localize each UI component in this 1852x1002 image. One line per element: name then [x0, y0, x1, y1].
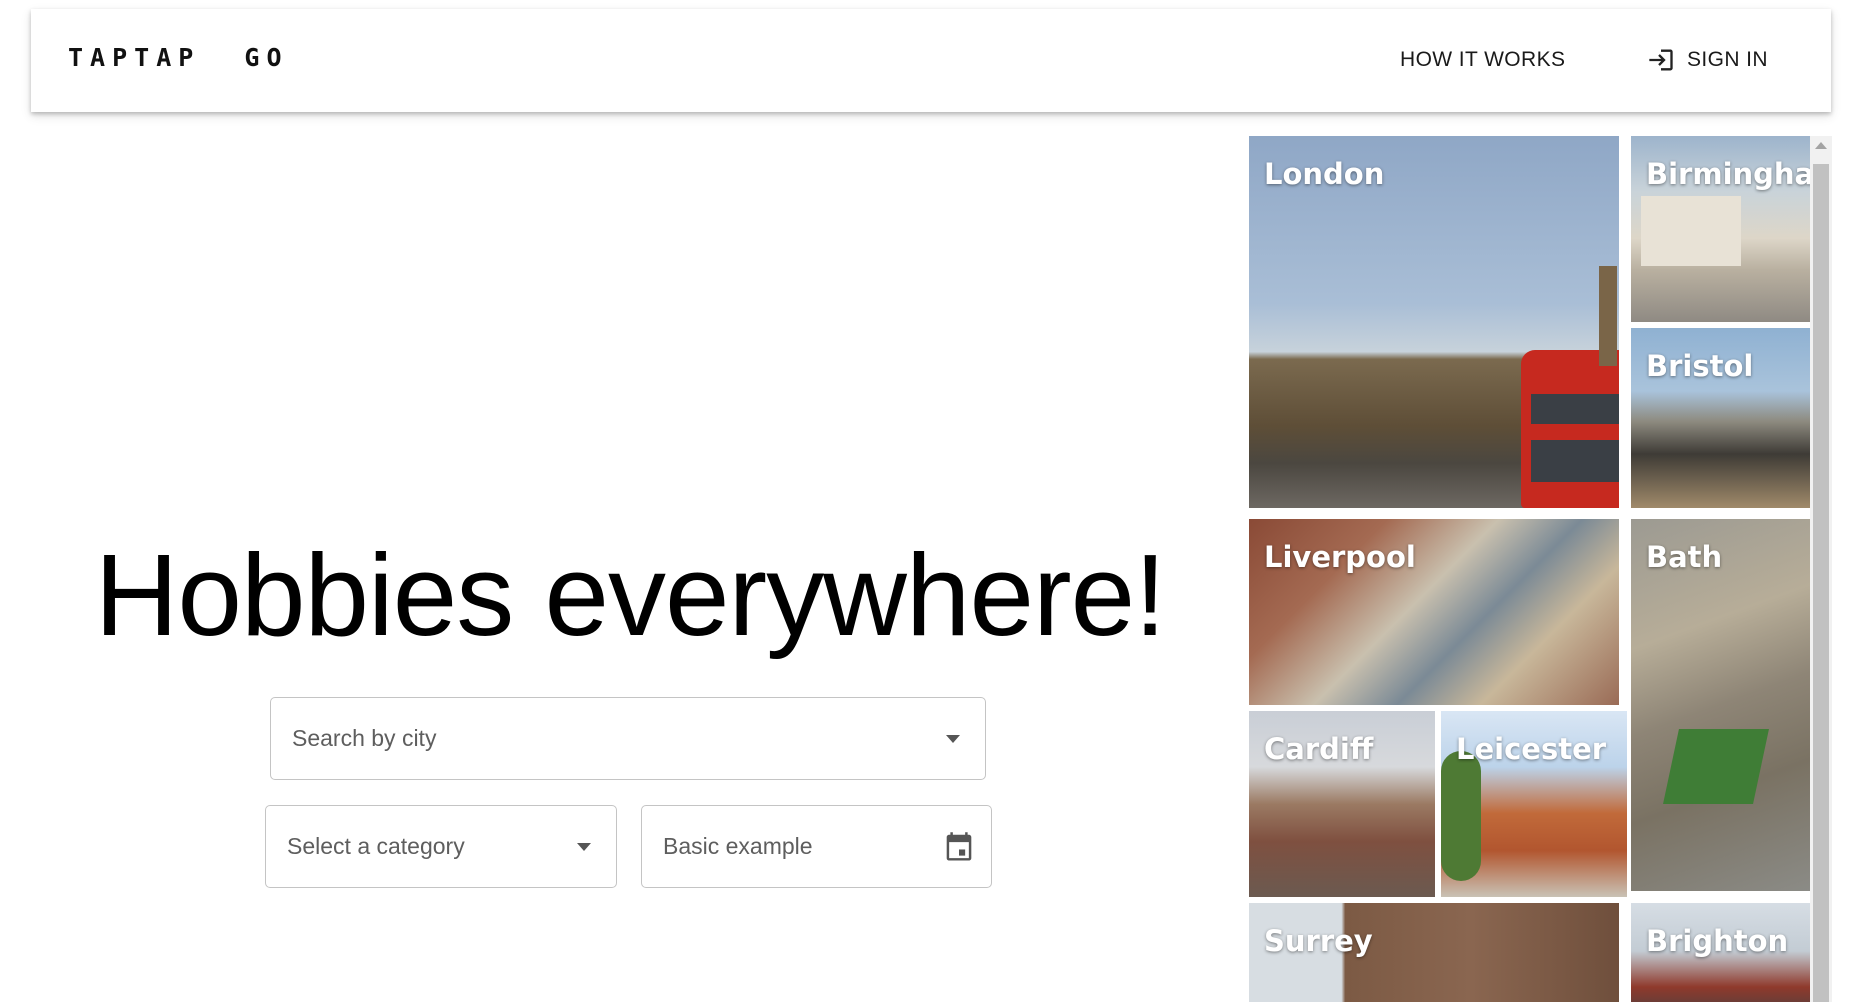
- bath-photo: [1631, 519, 1810, 891]
- building-shape: [1641, 196, 1741, 266]
- city-tile-cardiff[interactable]: Cardiff: [1249, 711, 1435, 897]
- city-tile-brighton[interactable]: Brighton: [1631, 903, 1810, 1002]
- city-tile-label: Liverpool: [1264, 540, 1416, 574]
- city-tile-bristol[interactable]: Bristol: [1631, 328, 1810, 508]
- green-courtyard: [1663, 729, 1769, 804]
- scroll-thumb[interactable]: [1813, 164, 1829, 1002]
- city-tile-label: Birmingham: [1646, 157, 1810, 191]
- logo[interactable]: TAPTAP GO: [68, 45, 289, 70]
- date-placeholder: Basic example: [663, 833, 813, 859]
- city-tile-leicester[interactable]: Leicester: [1441, 711, 1627, 897]
- city-image-grid: London Birmingham Bristol Liverpool Bath…: [1249, 136, 1810, 1002]
- arrow-drop-down-icon: [946, 734, 960, 743]
- hero-title: Hobbies everywhere!: [94, 530, 1167, 660]
- city-tile-label: Surrey: [1264, 924, 1373, 958]
- date-picker-input[interactable]: Basic example: [641, 805, 992, 888]
- city-tile-label: Brighton: [1646, 924, 1789, 958]
- category-dropdown-toggle[interactable]: [552, 842, 616, 851]
- calendar-button[interactable]: [927, 831, 991, 863]
- app-bar: TAPTAP GO HOW IT WORKS SIGN IN: [31, 9, 1831, 112]
- city-tile-liverpool[interactable]: Liverpool: [1249, 519, 1619, 705]
- bus-window: [1531, 394, 1619, 424]
- city-tile-london[interactable]: London: [1249, 136, 1619, 508]
- city-search-input[interactable]: Search by city: [270, 697, 986, 780]
- how-it-works-button[interactable]: HOW IT WORKS: [1400, 43, 1565, 77]
- city-tile-label: Cardiff: [1264, 732, 1374, 766]
- tree-shape: [1441, 751, 1481, 881]
- city-tile-label: London: [1264, 157, 1385, 191]
- bus-window: [1531, 440, 1619, 482]
- scroll-up-arrow-icon[interactable]: [1815, 142, 1827, 149]
- city-tile-bath[interactable]: Bath: [1631, 519, 1810, 891]
- grid-scrollbar[interactable]: [1810, 136, 1832, 1002]
- clock-tower-shape: [1599, 266, 1617, 366]
- city-tile-label: Bristol: [1646, 349, 1754, 383]
- city-tile-birmingham[interactable]: Birmingham: [1631, 136, 1810, 322]
- login-icon: [1649, 49, 1673, 71]
- how-it-works-label: HOW IT WORKS: [1400, 48, 1566, 71]
- city-tile-label: Leicester: [1456, 732, 1607, 766]
- city-search-placeholder: Search by city: [292, 725, 437, 751]
- city-tile-label: Bath: [1646, 540, 1723, 574]
- city-tile-surrey[interactable]: Surrey: [1249, 903, 1619, 1002]
- calendar-icon: [946, 831, 972, 861]
- sign-in-label: SIGN IN: [1687, 48, 1768, 71]
- bus-shape: [1521, 350, 1619, 508]
- category-placeholder: Select a category: [287, 833, 465, 859]
- category-select[interactable]: Select a category: [265, 805, 617, 888]
- sign-in-button[interactable]: SIGN IN: [1647, 43, 1768, 77]
- arrow-drop-down-icon: [577, 842, 591, 851]
- city-dropdown-toggle[interactable]: [921, 734, 985, 743]
